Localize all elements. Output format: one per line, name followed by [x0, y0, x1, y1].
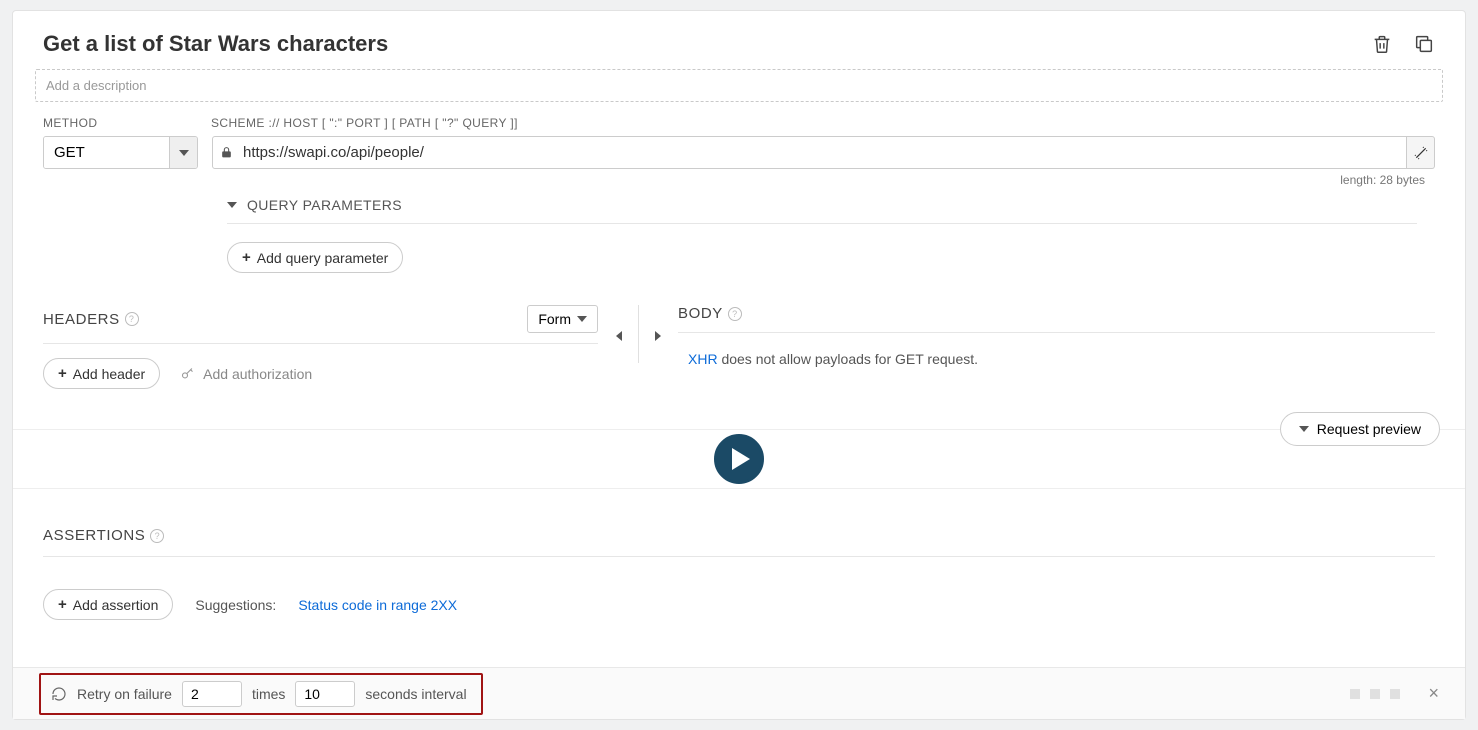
retry-interval-label: seconds interval: [365, 686, 466, 702]
description-input[interactable]: Add a description: [35, 69, 1443, 102]
headers-view-value: Form: [538, 311, 571, 327]
method-label: METHOD: [43, 116, 211, 130]
method-select[interactable]: GET: [43, 136, 198, 169]
request-title: Get a list of Star Wars characters: [43, 31, 1371, 57]
close-icon[interactable]: ×: [1428, 683, 1439, 704]
plus-icon: +: [58, 365, 67, 382]
lock-icon: [213, 137, 239, 168]
drag-handle-icon[interactable]: [1350, 689, 1360, 699]
url-length: length: 28 bytes: [1340, 173, 1425, 187]
caret-down-icon: [227, 202, 237, 208]
drag-handle-icon[interactable]: [1370, 689, 1380, 699]
retry-label: Retry on failure: [77, 686, 172, 702]
url-label: SCHEME :// HOST [ ":" PORT ] [ PATH [ "?…: [211, 116, 518, 130]
send-request-button[interactable]: [714, 434, 764, 484]
help-icon[interactable]: ?: [728, 307, 742, 321]
body-title: BODY: [678, 305, 723, 322]
add-header-label: Add header: [73, 366, 145, 382]
query-params-section-toggle[interactable]: QUERY PARAMETERS: [227, 197, 1417, 224]
headers-view-dropdown[interactable]: Form: [527, 305, 598, 333]
collapse-right-icon[interactable]: [655, 327, 661, 341]
url-input[interactable]: [239, 137, 1406, 168]
collapse-left-icon[interactable]: [616, 327, 622, 341]
play-icon: [732, 448, 750, 470]
chevron-down-icon[interactable]: [169, 137, 197, 168]
method-value: GET: [44, 137, 169, 168]
drag-handle-icon[interactable]: [1390, 689, 1400, 699]
retry-times-input[interactable]: [182, 681, 242, 707]
help-icon[interactable]: ?: [150, 529, 164, 543]
retry-on-failure-group: Retry on failure times seconds interval: [39, 673, 483, 715]
query-params-title: QUERY PARAMETERS: [247, 197, 402, 213]
body-message: XHR does not allow payloads for GET requ…: [678, 333, 1435, 367]
plus-icon: +: [58, 596, 67, 613]
suggestion-status-2xx[interactable]: Status code in range 2XX: [298, 597, 457, 613]
assertions-title: ASSERTIONS: [43, 527, 145, 544]
delete-icon[interactable]: [1371, 33, 1393, 55]
xhr-link[interactable]: XHR: [688, 351, 718, 367]
add-authorization-button[interactable]: Add authorization: [180, 366, 312, 382]
retry-times-label: times: [252, 686, 285, 702]
add-authorization-label: Add authorization: [203, 366, 312, 382]
add-query-parameter-label: Add query parameter: [257, 250, 389, 266]
caret-down-icon: [1299, 426, 1309, 432]
retry-icon[interactable]: [51, 686, 67, 702]
key-icon: [180, 366, 195, 381]
add-assertion-button[interactable]: + Add assertion: [43, 589, 173, 620]
caret-down-icon: [577, 316, 587, 322]
add-header-button[interactable]: + Add header: [43, 358, 160, 389]
request-preview-button[interactable]: Request preview: [1280, 412, 1440, 446]
headers-title: HEADERS: [43, 311, 120, 328]
help-icon[interactable]: ?: [125, 312, 139, 326]
copy-icon[interactable]: [1413, 33, 1435, 55]
suggestions-label: Suggestions:: [195, 597, 276, 613]
request-preview-label: Request preview: [1317, 421, 1421, 437]
plus-icon: +: [242, 249, 251, 266]
divider: [638, 305, 639, 363]
add-query-parameter-button[interactable]: + Add query parameter: [227, 242, 403, 273]
add-assertion-label: Add assertion: [73, 597, 159, 613]
retry-interval-input[interactable]: [295, 681, 355, 707]
magic-wand-icon[interactable]: [1407, 136, 1435, 169]
